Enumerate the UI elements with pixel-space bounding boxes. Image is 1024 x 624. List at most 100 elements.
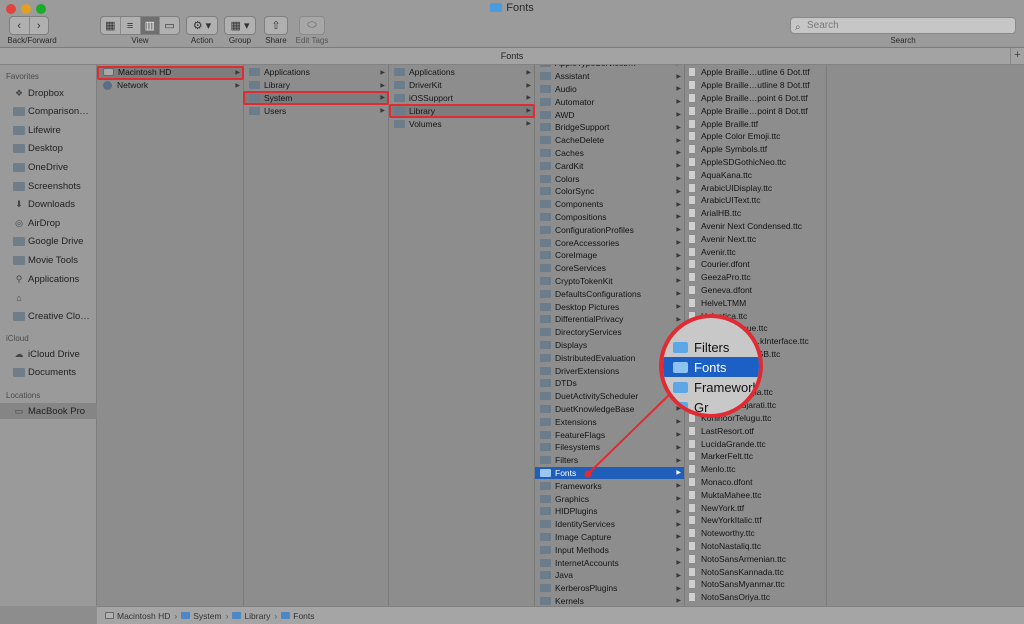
folder-row[interactable]: Fonts ▶ [535,466,684,480]
search-input[interactable]: ⌕ Search [790,17,1016,34]
folder-row[interactable]: DriverKit ▶ [389,79,534,92]
file-row[interactable]: Geneva.dfont [685,284,826,297]
folder-row[interactable]: Extensions ▶ [535,415,684,428]
file-row[interactable]: ArabicUIText.ttc [685,194,826,207]
volume-row[interactable]: Network ▶ [97,79,243,92]
share-button[interactable]: ⇧ [264,16,288,35]
folder-row[interactable]: KerberosPlugins ▶ [535,582,684,595]
sidebar-item[interactable]: ☁ iCloud Drive [0,346,97,362]
file-row[interactable]: NotoSansKannada.ttc [685,565,826,578]
group-button[interactable]: ▦ ▾ [224,16,256,35]
gallery-view-button[interactable]: ▭ [160,17,179,34]
file-row[interactable]: Apple Braille…point 6 Dot.ttf [685,92,826,105]
sidebar-item[interactable]: OneDrive [0,159,97,175]
folder-row[interactable]: DefaultsConfigurations ▶ [535,287,684,300]
file-row[interactable]: GeezaPro.ttc [685,271,826,284]
path-crumb-macintosh-hd[interactable]: Macintosh HD [105,611,170,621]
sidebar-item[interactable]: Creative Clo… [0,308,97,324]
sidebar-item[interactable]: Google Drive [0,234,97,250]
file-row[interactable]: AppleSDGothicNeo.ttc [685,156,826,169]
sidebar-item[interactable]: Lifewire [0,122,97,138]
folder-row[interactable]: Applications ▶ [244,66,388,79]
file-row[interactable]: AquaKana.ttc [685,168,826,181]
folder-row[interactable]: CoreImage ▶ [535,249,684,262]
folder-row[interactable]: Assistant ▶ [535,70,684,83]
sidebar-item[interactable]: ◎ AirDrop [0,215,97,231]
folder-row[interactable]: Library ▶ [244,79,388,92]
folder-row[interactable]: BridgeSupport ▶ [535,121,684,134]
folder-row[interactable]: CoreServices ▶ [535,262,684,275]
folder-row[interactable]: Java ▶ [535,569,684,582]
file-row[interactable]: Monaco.dfont [685,476,826,489]
action-button[interactable]: ⚙ ▾ [186,16,218,35]
folder-row[interactable]: CardKit ▶ [535,159,684,172]
file-row[interactable]: Courier.dfont [685,258,826,271]
folder-row[interactable]: Audio ▶ [535,83,684,96]
folder-row[interactable]: Graphics ▶ [535,492,684,505]
path-crumb-library[interactable]: Library [232,611,270,621]
file-row[interactable]: Avenir Next Condensed.ttc [685,220,826,233]
folder-row[interactable]: Caches ▶ [535,147,684,160]
folder-row[interactable]: AWD ▶ [535,108,684,121]
folder-row[interactable]: DifferentialPrivacy ▶ [535,313,684,326]
folder-row[interactable]: Frameworks ▶ [535,479,684,492]
column-view-button[interactable]: ▥ [140,17,161,34]
edit-tags-button[interactable]: ⬭ [299,16,325,35]
folder-row[interactable]: CacheDelete ▶ [535,134,684,147]
file-row[interactable]: Menlo.ttc [685,463,826,476]
file-row[interactable]: Apple Braille…utline 8 Dot.ttf [685,79,826,92]
file-row[interactable]: NotoSansOriya.ttc [685,591,826,604]
sidebar-item[interactable]: Screenshots [0,178,97,194]
folder-row[interactable]: InternetAccounts ▶ [535,556,684,569]
folder-row[interactable]: Automator ▶ [535,95,684,108]
sidebar-item[interactable]: Movie Tools [0,252,97,268]
sidebar-item[interactable]: Comparison… [0,104,97,120]
file-row[interactable]: ArabicUIDisplay.ttc [685,181,826,194]
folder-row[interactable]: ConfigurationProfiles ▶ [535,223,684,236]
add-tab-button[interactable]: + [1010,48,1024,64]
sidebar-item[interactable]: ▭ MacBook Pro [0,403,97,419]
file-row[interactable]: MuktaMahee.ttc [685,488,826,501]
back-button[interactable]: ‹ [10,17,30,34]
file-row[interactable]: NewYorkItalic.ttf [685,514,826,527]
folder-row[interactable]: Input Methods ▶ [535,543,684,556]
sidebar-item[interactable]: ❖ Dropbox [0,85,97,101]
folder-row[interactable]: iOSSupport ▶ [389,92,534,105]
sidebar-item[interactable]: ⬇ Downloads [0,197,97,213]
folder-row[interactable]: Components ▶ [535,198,684,211]
folder-row[interactable]: Colors ▶ [535,172,684,185]
file-row[interactable]: MarkerFelt.ttc [685,450,826,463]
file-row[interactable]: LastResort.otf [685,424,826,437]
file-row[interactable]: Avenir.ttc [685,245,826,258]
file-row[interactable]: Noteworthy.ttc [685,527,826,540]
file-row[interactable]: Apple Braille.ttf [685,117,826,130]
sidebar-item[interactable]: ⌂ [0,290,97,306]
forward-button[interactable]: › [30,17,49,34]
file-row[interactable]: Apple Symbols.ttf [685,143,826,156]
volume-row[interactable]: Macintosh HD ▶ [97,66,243,79]
file-row[interactable]: NotoSansArmenian.ttc [685,552,826,565]
folder-row[interactable]: Image Capture ▶ [535,531,684,544]
folder-row[interactable]: IdentityServices ▶ [535,518,684,531]
icon-view-button[interactable]: ▦ [101,17,121,34]
file-row[interactable]: Apple Braille…utline 6 Dot.ttf [685,66,826,79]
file-row[interactable]: LucidaGrande.ttc [685,437,826,450]
file-row[interactable]: Apple Braille…point 8 Dot.ttf [685,104,826,117]
folder-row[interactable]: HIDPlugins ▶ [535,505,684,518]
path-crumb-system[interactable]: System [181,611,222,621]
file-row[interactable]: Apple Color Emoji.ttc [685,130,826,143]
sidebar-item[interactable]: Desktop [0,141,97,157]
file-row[interactable]: NotoNastaliq.ttc [685,540,826,553]
folder-row[interactable]: ColorSync ▶ [535,185,684,198]
list-view-button[interactable]: ≡ [121,17,141,34]
sidebar-item[interactable]: ⚲ Applications [0,271,97,287]
folder-row[interactable]: System ▶ [244,91,388,105]
file-row[interactable]: Avenir Next.ttc [685,232,826,245]
folder-row[interactable]: Kernels ▶ [535,595,684,606]
folder-row[interactable]: Filesystems ▶ [535,441,684,454]
path-crumb-fonts[interactable]: Fonts [281,611,315,621]
file-row[interactable]: NewYork.ttf [685,501,826,514]
folder-row[interactable]: Filters ▶ [535,454,684,467]
folder-row[interactable]: Desktop Pictures ▶ [535,300,684,313]
file-row[interactable]: ArialHB.ttc [685,207,826,220]
